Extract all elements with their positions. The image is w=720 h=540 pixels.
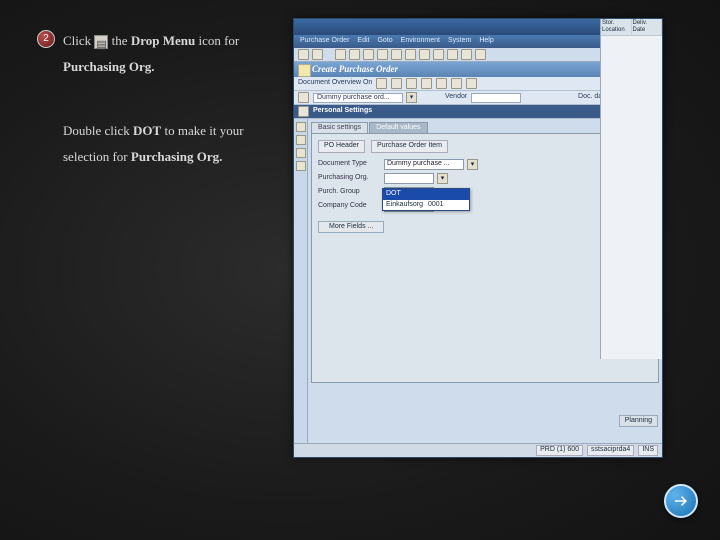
toolbar-btn[interactable] [335,49,346,60]
step-number: 2 [43,33,49,44]
purch-org-dropdown: DOT Einkaufsorg 0001 [382,188,470,211]
instruction-1: Click the Drop Menu icon for Purchasing … [63,28,283,80]
vendor-field[interactable] [471,93,521,103]
tree-item[interactable] [296,122,306,132]
sap-statusbar: PRD (1) 600 sstsaciprda4 INS [294,443,662,457]
instr2-bold2: Purchasing Org. [131,149,223,164]
toolbar-btn[interactable] [461,49,472,60]
tab-default-values[interactable]: Default values [369,122,427,133]
drop-menu-icon[interactable]: ▾ [467,159,478,170]
th-stor-loc: Stor. Location [601,19,632,35]
toolbar-btn[interactable] [298,49,309,60]
purch-org-label: Purchasing Org. [318,174,380,182]
instr2-bold1: DOT [133,123,161,138]
table-header-row: Stor. Location Deliv. Date [601,19,662,36]
company-code-label: Company Code [318,202,380,210]
sap-body: Basic settings Default values PO Header … [294,119,662,457]
th-deliv-date: Deliv. Date [632,19,663,35]
purch-grp-label: Purch. Group [318,188,380,196]
personal-settings-icon[interactable] [466,78,477,89]
doc-type-input[interactable]: Dummy purchase ... [384,159,464,170]
drop-menu-icon[interactable]: ▾ [437,173,448,184]
po-header-pill[interactable]: PO Header [318,140,365,152]
toolbar-btn[interactable] [419,49,430,60]
more-fields-button[interactable]: More Fields ... [318,221,384,233]
dropdown-option-dot[interactable]: DOT [383,189,469,199]
toolbar-btn[interactable] [376,78,387,89]
opt-code: Einkaufsorg [386,201,428,209]
toolbar-btn[interactable] [349,49,360,60]
planning-button[interactable]: Planning [619,415,658,427]
toolbar-btn[interactable] [312,49,323,60]
toolbar-btn[interactable] [475,49,486,60]
po-item-pill[interactable]: Purchase Order Item [371,140,448,152]
tree-item[interactable] [296,161,306,171]
toolbar-btn[interactable] [447,49,458,60]
step-badge: 2 [37,30,55,48]
opt-text: 0001 [428,201,444,209]
tree-item[interactable] [296,148,306,158]
purch-org-input[interactable] [384,173,434,184]
toolbar-btn[interactable] [436,78,447,89]
instr1-bold1: Drop Menu [131,33,195,48]
status-ins: INS [638,445,658,455]
sap-tree [294,119,308,457]
vendor-label: Vendor [445,93,467,101]
sap-window: Purchase Order Edit Goto Environment Sys… [293,18,663,458]
item-table: Stor. Location Deliv. Date [600,19,662,359]
menu-po[interactable]: Purchase Order [300,37,349,45]
status-system: PRD (1) 600 [536,445,583,455]
doc-overview-toggle[interactable]: Document Overview On [298,79,372,87]
dialog-icon [298,106,309,117]
drop-menu-icon [94,35,108,49]
instr1-mid: the [112,33,131,48]
next-slide-button[interactable] [664,484,698,518]
personal-settings-label: Personal Settings [313,107,372,115]
instr1-post1: icon for [198,33,239,48]
tree-item[interactable] [296,135,306,145]
toolbar-btn[interactable] [363,49,374,60]
instr1-pre: Click [63,33,94,48]
toolbar-btn[interactable] [391,49,402,60]
toolbar-btn[interactable] [421,78,432,89]
toolbar-btn[interactable] [391,78,402,89]
instr1-bold2: Purchasing Org. [63,59,155,74]
toolbar-btn[interactable] [377,49,388,60]
instr2-pre: Double click [63,123,133,138]
toolbar-btn[interactable] [451,78,462,89]
toolbar-btn[interactable] [405,49,416,60]
toolbar-btn[interactable] [433,49,444,60]
menu-env[interactable]: Environment [401,37,440,45]
dropdown-option-0001[interactable]: Einkaufsorg 0001 [383,200,469,210]
arrow-right-icon [672,492,690,510]
menu-help[interactable]: Help [479,37,493,45]
opt-code: DOT [386,190,428,198]
drop-menu-icon[interactable]: ▾ [406,92,417,103]
menu-goto[interactable]: Goto [377,37,392,45]
menu-edit[interactable]: Edit [357,37,369,45]
menu-system[interactable]: System [448,37,471,45]
doc-type-label: Document Type [318,160,380,168]
status-server: sstsaciprda4 [587,445,634,455]
doc-type-field[interactable]: Dummy purchase ord... [313,93,403,103]
instruction-2: Double click DOT to make it your selecti… [63,118,283,170]
toolbar-btn[interactable] [406,78,417,89]
tab-basic-settings[interactable]: Basic settings [311,122,368,133]
expand-icon[interactable] [298,92,309,103]
